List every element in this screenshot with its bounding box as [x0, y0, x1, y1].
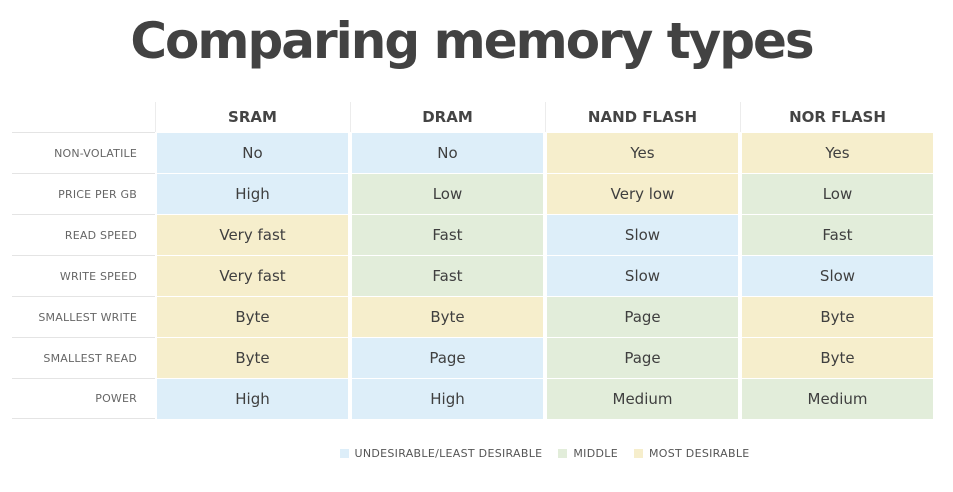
table-cell: High — [352, 379, 543, 419]
legend-swatch — [339, 448, 349, 458]
table-cell: Slow — [547, 215, 738, 255]
legend-label: MOST DESIRABLE — [648, 446, 750, 460]
column-header: NAND FLASH — [545, 102, 739, 132]
table-cell: Byte — [742, 338, 933, 378]
table-cell: High — [157, 379, 348, 419]
column-header: NOR FLASH — [740, 102, 934, 132]
legend-label: UNDESIRABLE/LEAST DESIRABLE — [354, 446, 543, 460]
table-row: NON-VOLATILE No No Yes Yes — [12, 132, 934, 173]
table-cell: Page — [547, 338, 738, 378]
table-cell: Yes — [547, 133, 738, 173]
row-label: SMALLEST WRITE — [12, 296, 155, 337]
row-label: READ SPEED — [12, 214, 155, 255]
table-cell: Byte — [742, 297, 933, 337]
table-row: SMALLEST WRITE Byte Byte Page Byte — [12, 296, 934, 337]
table-row: POWER High High Medium Medium — [12, 378, 934, 419]
table-cell: Yes — [742, 133, 933, 173]
table-cell: Medium — [742, 379, 933, 419]
page-title: Comparing memory types — [130, 12, 814, 70]
table-cell: Slow — [547, 256, 738, 296]
table-cell: Byte — [157, 338, 348, 378]
row-label: WRITE SPEED — [12, 255, 155, 296]
row-label: POWER — [12, 378, 155, 419]
table-cell: Fast — [352, 215, 543, 255]
row-label: SMALLEST READ — [12, 337, 155, 378]
column-header: SRAM — [155, 102, 349, 132]
column-header: DRAM — [350, 102, 544, 132]
table-cell: Very low — [547, 174, 738, 214]
table-cell: Very fast — [157, 256, 348, 296]
legend-item: MOST DESIRABLE — [633, 446, 750, 460]
table-cell: Fast — [352, 256, 543, 296]
legend-swatch — [633, 448, 643, 458]
table-row: PRICE PER GB High Low Very low Low — [12, 173, 934, 214]
legend-item: MIDDLE — [558, 447, 618, 460]
table-cell: Page — [547, 297, 738, 337]
table-cell: Fast — [742, 215, 933, 255]
table-cell: Page — [352, 338, 543, 378]
table-cell: Low — [352, 174, 543, 214]
legend: UNDESIRABLE/LEAST DESIRABLE MIDDLE MOST DE… — [0, 444, 953, 462]
legend-label: MIDDLE — [573, 446, 618, 460]
row-label: PRICE PER GB — [12, 173, 155, 214]
legend-swatch — [558, 448, 568, 458]
table-cell: Low — [742, 174, 933, 214]
table-cell: No — [352, 133, 543, 173]
table-cell: High — [157, 174, 348, 214]
table-corner — [12, 102, 155, 132]
table-cell: Slow — [742, 256, 933, 296]
legend-item: UNDESIRABLE/LEAST DESIRABLE — [339, 446, 543, 460]
table-cell: Byte — [352, 297, 543, 337]
table-row: WRITE SPEED Very fast Fast Slow Slow — [12, 255, 934, 296]
table-row: READ SPEED Very fast Fast Slow Fast — [12, 214, 934, 255]
table-cell: Medium — [547, 379, 738, 419]
table-cell: Very fast — [157, 215, 348, 255]
row-label: NON-VOLATILE — [12, 132, 155, 173]
table-cell: Byte — [157, 297, 348, 337]
table-row: SMALLEST READ Byte Page Page Byte — [12, 337, 934, 378]
table-cell: No — [157, 133, 348, 173]
